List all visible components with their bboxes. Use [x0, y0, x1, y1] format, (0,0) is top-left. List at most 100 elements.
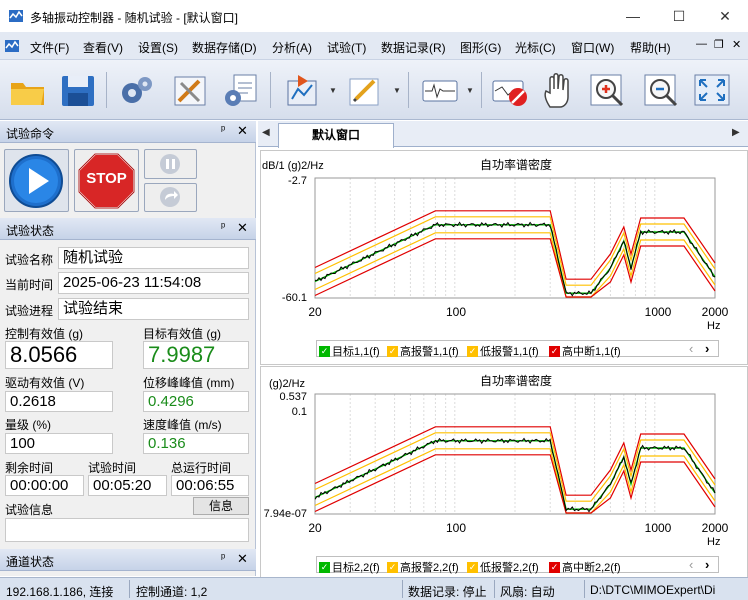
menu-view[interactable]: 查看(V)	[83, 39, 123, 56]
legend-item-low-alarm[interactable]: ✓ 低报警2,2(f)	[467, 559, 539, 575]
legend-check-icon[interactable]: ✓	[549, 561, 560, 573]
stop-button[interactable]: STOP	[74, 149, 139, 212]
close-panel-icon[interactable]: ✕	[237, 220, 248, 236]
test-name-label: 试验名称	[5, 253, 54, 267]
menu-cursor[interactable]: 光标(C)	[515, 39, 556, 56]
pin-icon[interactable]: ᵖ	[221, 124, 225, 136]
chart-1-xunit: Hz	[707, 320, 720, 332]
chart-2-ytop: 0.537	[279, 391, 307, 403]
continue-button[interactable]	[144, 183, 197, 212]
close-panel-icon[interactable]: ✕	[237, 123, 248, 139]
mdi-close-button[interactable]: ✕	[732, 38, 741, 51]
tab-default-window[interactable]: 默认窗口	[278, 123, 394, 148]
configure-tools-icon[interactable]	[170, 71, 210, 111]
chart-1-ybottom: -60.1	[282, 292, 307, 304]
open-folder-icon[interactable]	[8, 71, 48, 111]
legend-prev-icon[interactable]: ‹	[689, 557, 693, 572]
psd-chart-2-svg[interactable]: 自功率谱密度 (g)2/Hz 0.537 0.1 7.94e-07 20 100…	[261, 367, 747, 580]
menu-settings[interactable]: 设置(S)	[138, 39, 178, 56]
toolbar-separator	[106, 72, 107, 108]
stop-record-icon[interactable]	[490, 71, 530, 111]
legend-check-icon[interactable]: ✓	[319, 561, 330, 573]
total-time-field: 00:06:55	[171, 475, 249, 496]
app-icon	[9, 10, 23, 22]
legend-check-icon[interactable]: ✓	[549, 345, 560, 357]
mdi-restore-button[interactable]: ❐	[714, 38, 724, 51]
legend-item-high-abort[interactable]: ✓ 高中断2,2(f)	[549, 559, 621, 575]
disp-pp-value: 0.4296	[148, 393, 194, 410]
legend-next-icon[interactable]: ›	[705, 557, 709, 572]
run-test-icon[interactable]	[282, 71, 322, 111]
window-title: 多轴振动控制器 - 随机试验 - [默认窗口]	[30, 11, 238, 25]
tab-nav-right-icon[interactable]: ▶	[732, 127, 740, 138]
chart-1-title: 自功率谱密度	[480, 157, 552, 172]
play-button[interactable]	[4, 149, 69, 212]
legend-prev-icon[interactable]: ‹	[689, 341, 693, 356]
legend-item-target[interactable]: ✓ 目标1,1(f)	[319, 343, 380, 359]
save-icon[interactable]	[58, 71, 98, 111]
close-panel-icon[interactable]: ✕	[237, 551, 248, 567]
legend-item-high-alarm[interactable]: ✓ 高报警2,2(f)	[387, 559, 459, 575]
legend-label: 高中断2,2(f)	[562, 562, 621, 574]
mdi-app-icon[interactable]	[4, 38, 20, 54]
test-time-field: 00:05:20	[88, 475, 167, 496]
legend-item-high-abort[interactable]: ✓ 高中断1,1(f)	[549, 343, 621, 359]
menu-file[interactable]: 文件(F)	[30, 39, 69, 56]
legend-next-icon[interactable]: ›	[705, 341, 709, 356]
menu-test[interactable]: 试验(T)	[327, 39, 366, 56]
remaining-time-label: 剩余时间	[5, 461, 54, 475]
legend-check-icon[interactable]: ✓	[387, 345, 398, 357]
legend-check-icon[interactable]: ✓	[467, 561, 478, 573]
legend-item-low-alarm[interactable]: ✓ 低报警1,1(f)	[467, 343, 539, 359]
target-rms-label: 目标有效值 (g)	[143, 327, 222, 341]
info-button[interactable]: 信息	[193, 497, 249, 515]
menu-help[interactable]: 帮助(H)	[630, 39, 671, 56]
close-button[interactable]: ✕	[702, 0, 748, 32]
fit-view-icon[interactable]	[692, 71, 732, 111]
run-dropdown-icon[interactable]: ▼	[329, 86, 337, 95]
pause-button[interactable]	[144, 149, 197, 179]
minimize-button[interactable]: —	[610, 0, 656, 32]
legend-item-target[interactable]: ✓ 目标2,2(f)	[319, 559, 380, 575]
test-time-value: 00:05:20	[93, 477, 152, 494]
continue-icon	[160, 187, 180, 207]
waveform-dropdown-icon[interactable]: ▼	[466, 86, 474, 95]
test-command-header: 试验命令 ᵖ ✕	[0, 121, 256, 143]
pin-icon[interactable]: ᵖ	[221, 221, 225, 233]
level-label: 量级 (%)	[5, 418, 51, 432]
chart-2-legend: ✓ 目标2,2(f) ✓ 高报警2,2(f) ✓ 低报警2,2(f) ✓ 高中断2,2(…	[316, 556, 719, 575]
legend-check-icon[interactable]: ✓	[387, 561, 398, 573]
hand-pan-icon[interactable]	[538, 71, 578, 111]
tab-bar: ◀ 默认窗口 ▶	[258, 121, 748, 148]
settings-gears-icon[interactable]	[116, 71, 156, 111]
mdi-minimize-button[interactable]: —	[696, 38, 707, 50]
menu-graph[interactable]: 图形(G)	[460, 39, 501, 56]
chart-1-xtick-100: 100	[446, 305, 466, 319]
status-bar: 192.168.1.186, 连接 控制通道: 1,2 数据记录: 停止 风扇:…	[0, 577, 748, 600]
toolbar-separator	[270, 72, 271, 108]
pin-icon[interactable]: ᵖ	[221, 552, 225, 564]
psd-chart-1-svg[interactable]: 自功率谱密度 dB/1 (g)2/Hz -2.7 -60.1 20 100 10…	[261, 151, 747, 364]
maximize-button[interactable]: ☐	[656, 0, 702, 32]
stop-label: STOP	[86, 170, 127, 187]
chart-2-title: 自功率谱密度	[480, 373, 552, 388]
edit-dropdown-icon[interactable]: ▼	[393, 86, 401, 95]
zoom-out-icon[interactable]	[642, 71, 682, 111]
menu-window[interactable]: 窗口(W)	[571, 39, 614, 56]
chart-2-grid	[314, 394, 716, 514]
chart-1-ytop: -2.7	[288, 175, 307, 187]
menu-analysis[interactable]: 分析(A)	[272, 39, 312, 56]
current-time-field: 2025-06-23 11:54:08	[58, 272, 249, 294]
legend-check-icon[interactable]: ✓	[467, 345, 478, 357]
legend-item-high-alarm[interactable]: ✓ 高报警1,1(f)	[387, 343, 459, 359]
legend-label: 高报警1,1(f)	[400, 346, 459, 358]
zoom-in-icon[interactable]	[588, 71, 628, 111]
legend-check-icon[interactable]: ✓	[319, 345, 330, 357]
menu-data-storage[interactable]: 数据存储(D)	[192, 39, 257, 56]
menu-data-record[interactable]: 数据记录(R)	[381, 39, 446, 56]
tab-nav-left-icon[interactable]: ◀	[262, 127, 270, 138]
waveform-icon[interactable]	[420, 71, 460, 111]
test-progress-label: 试验进程	[5, 304, 54, 318]
edit-icon[interactable]	[344, 71, 384, 111]
parameters-icon[interactable]	[220, 71, 260, 111]
